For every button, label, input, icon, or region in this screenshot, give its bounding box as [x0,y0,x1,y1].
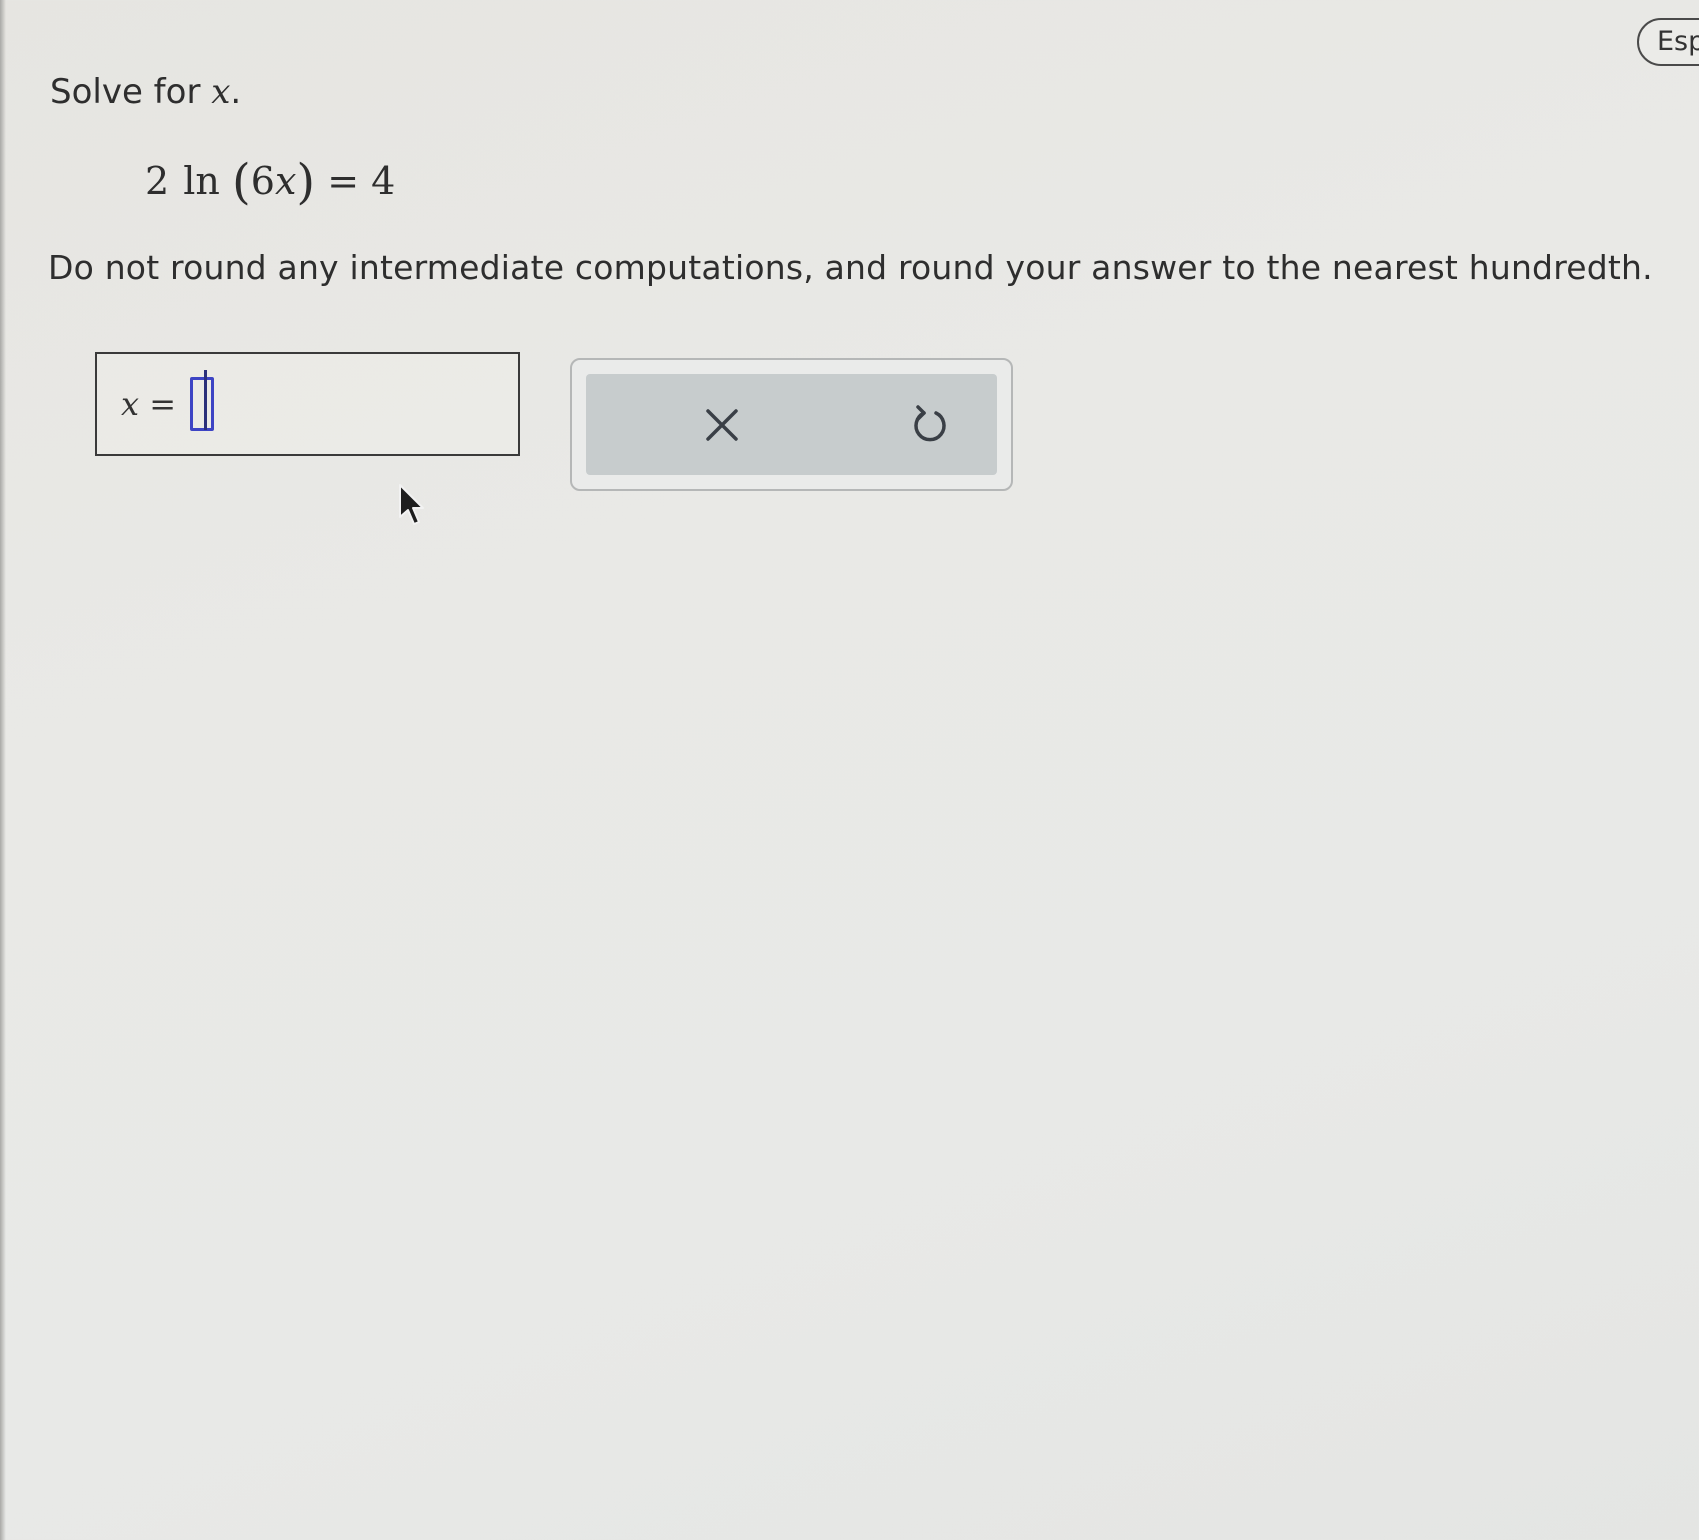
undo-button[interactable] [885,374,975,475]
equation-function: ln [183,159,220,203]
equation-inner-coef: 6 [250,159,275,203]
question-prompt: Solve for x. [50,72,241,112]
clear-button[interactable] [677,374,767,475]
undo-icon [914,404,946,441]
answer-box: x = [95,352,520,456]
equation-equals: = [327,159,360,203]
close-icon [706,408,738,441]
language-toggle-button[interactable]: Esp [1637,18,1699,66]
answer-toolbar [570,358,1013,491]
answer-label: x = [121,385,177,423]
equation-coefficient: 2 [145,159,170,203]
rounding-instruction: Do not round any intermediate computatio… [48,248,1653,287]
text-caret [204,370,207,430]
equation: 2 ln (6x) = 4 [145,158,395,206]
equation-open-paren: ( [232,154,251,210]
mouse-pointer-icon [398,483,426,531]
prompt-period: . [230,72,242,112]
screen-edge-shadow [0,0,6,1540]
answer-input[interactable] [190,377,215,431]
equation-inner-var: x [274,159,297,203]
prompt-variable: x [211,72,231,112]
language-toggle-label: Esp [1657,26,1699,57]
equation-close-paren: ) [296,154,316,210]
equation-rhs: 4 [371,159,396,203]
toolbar-panel [586,374,997,475]
prompt-text: Solve for [50,72,212,112]
